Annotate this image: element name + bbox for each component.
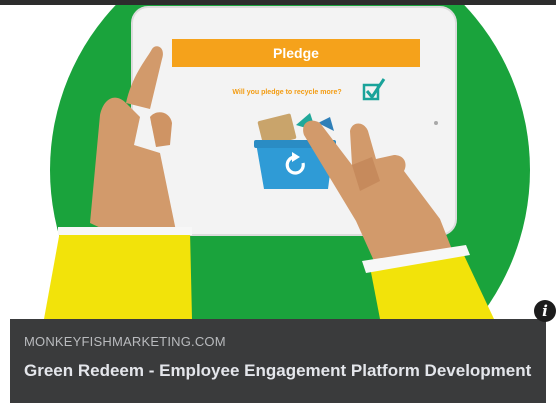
preview-image[interactable]: Pledge Will you pledge to recycle more? (0, 5, 556, 319)
pledge-question: Will you pledge to recycle more? (232, 89, 341, 96)
link-preview-card[interactable]: Pledge Will you pledge to recycle more? (0, 5, 556, 403)
pledge-header-label: Pledge (273, 45, 319, 61)
link-domain: MONKEYFISHMARKETING.COM (24, 334, 226, 349)
info-icon[interactable]: i (534, 300, 556, 322)
link-meta-panel: MONKEYFISHMARKETING.COM Green Redeem - E… (10, 319, 546, 403)
link-title[interactable]: Green Redeem - Employee Engagement Platf… (24, 360, 532, 381)
